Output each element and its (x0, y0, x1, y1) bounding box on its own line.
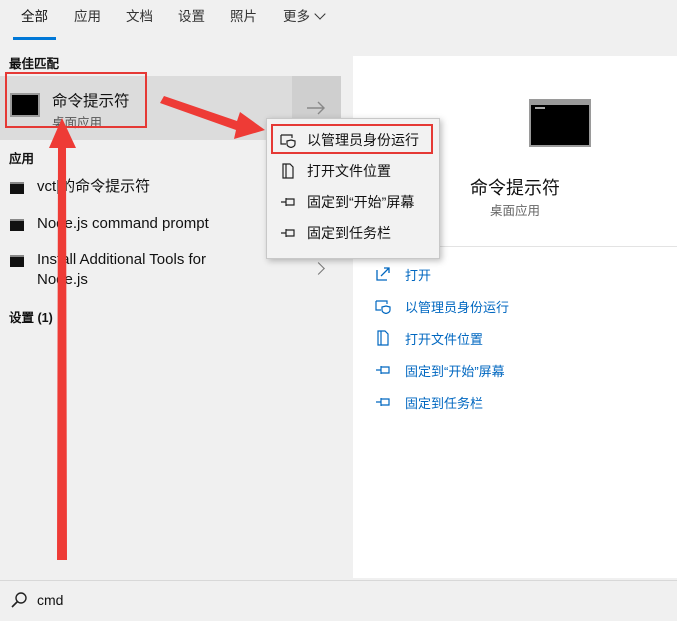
menu-item-label: 打开文件位置 (307, 163, 391, 179)
apps-header: 应用 (9, 152, 35, 166)
tab-more-label: 更多 (283, 9, 310, 24)
command-prompt-icon (10, 182, 24, 194)
action-pin-to-taskbar-label: 固定到任务栏 (405, 396, 484, 411)
tab-all[interactable]: 全部 (13, 0, 56, 40)
file-location-icon (282, 163, 294, 179)
menu-item-open-file-location[interactable]: 打开文件位置 (267, 155, 439, 185)
command-prompt-icon (10, 255, 24, 267)
chevron-down-icon (314, 8, 326, 20)
command-prompt-icon (10, 219, 24, 231)
action-open-label: 打开 (405, 268, 432, 283)
list-item-label: Node.js command prompt (37, 215, 209, 232)
command-prompt-large-icon (529, 99, 591, 147)
search-icon (11, 592, 27, 608)
tab-more[interactable]: 更多 (283, 0, 326, 38)
pin-icon (376, 366, 390, 374)
arrow-right-icon (307, 101, 325, 115)
search-bar (0, 580, 677, 621)
tab-photos[interactable]: 照片 (230, 0, 257, 38)
menu-item-pin-to-taskbar[interactable]: 固定到任务栏 (267, 217, 439, 247)
tab-settings[interactable]: 设置 (178, 0, 205, 38)
shield-icon (375, 300, 391, 314)
pin-icon (281, 229, 295, 237)
list-item-label: Install Additional Tools for Node.js (37, 251, 206, 288)
context-menu: 以管理员身份运行 打开文件位置 固定到“开始”屏幕 固定到任务栏 (266, 118, 440, 259)
pin-icon (281, 198, 295, 206)
menu-item-label: 固定到“开始”屏幕 (307, 194, 415, 210)
tab-apps[interactable]: 应用 (74, 0, 101, 38)
search-input[interactable] (37, 589, 437, 611)
open-icon (376, 267, 390, 281)
settings-header: 设置 (1) (9, 311, 53, 325)
run-as-admin-highlight (271, 124, 433, 154)
pin-icon (376, 398, 390, 406)
chevron-right-icon[interactable] (312, 262, 325, 275)
list-item-label: vct|的命令提示符 (37, 178, 151, 195)
action-run-as-admin-label: 以管理员身份运行 (405, 300, 510, 315)
tab-documents[interactable]: 文档 (126, 0, 153, 38)
action-open-file-location-label: 打开文件位置 (405, 332, 484, 347)
action-pin-to-start-label: 固定到“开始”屏幕 (405, 364, 505, 379)
search-scope-tabs: 全部 应用 文档 设置 照片 更多 (0, 0, 677, 42)
best-match-header: 最佳匹配 (9, 57, 60, 71)
menu-item-label: 固定到任务栏 (307, 225, 391, 241)
menu-item-pin-to-start[interactable]: 固定到“开始”屏幕 (267, 186, 439, 216)
best-match-highlight (5, 72, 147, 128)
file-location-icon (377, 330, 389, 346)
